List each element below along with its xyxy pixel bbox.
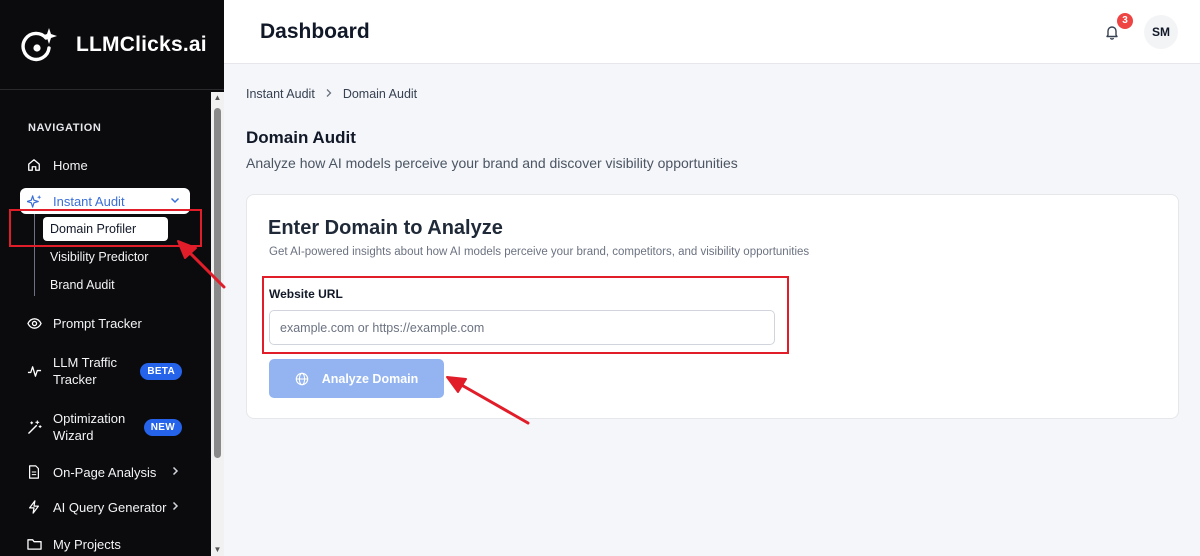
folder-icon [26,536,42,552]
globe-icon [295,372,309,386]
sidebar-item-label: My Projects [53,536,121,552]
notification-count-badge: 3 [1117,13,1133,29]
new-badge: NEW [143,418,182,436]
breadcrumb: Instant Audit Domain Audit [246,87,417,101]
analyze-domain-label: Analyze Domain [321,371,419,386]
card-subtitle: Get AI-powered insights about how AI mod… [269,246,810,258]
eye-icon [26,315,42,331]
page-title: Domain Audit [246,128,356,147]
chevron-right-icon [170,465,180,479]
sidebar-item-my-projects[interactable]: My Projects [20,535,190,553]
sidebar-subitem-brand-audit[interactable]: Brand Audit [50,278,115,292]
scroll-up-icon[interactable]: ▲ [213,94,222,102]
activity-icon [26,363,42,379]
chevron-right-icon [325,88,333,101]
sparkle-icon [26,193,42,209]
scroll-thumb[interactable] [214,108,221,458]
sidebar-item-home[interactable]: Home [20,156,190,174]
analyze-domain-button[interactable]: Analyze Domain [269,359,444,398]
chevron-right-icon [170,500,180,514]
beta-badge: BETA [140,362,182,380]
sidebar-item-ai-query-generator[interactable]: AI Query Generator [20,498,190,516]
card-title: Enter Domain to Analyze [268,217,503,239]
bell-icon[interactable] [1104,24,1120,40]
page-header-title: Dashboard [260,20,370,43]
sidebar-item-label: On-Page Analysis [53,464,157,480]
page-subtitle: Analyze how AI models perceive your bran… [246,155,738,171]
brand-name: LLMClicks.ai [76,32,207,56]
brand-logo-link[interactable]: LLMClicks.ai [0,0,224,90]
top-header: Dashboard 3 SM [224,0,1200,64]
sidebar-scrollbar[interactable]: ▲ ▼ [211,92,224,556]
sidebar-item-instant-audit[interactable]: Instant Audit [20,188,190,214]
magic-wand-icon [26,419,42,435]
sidebar-item-label: Optimization Wizard [53,411,126,443]
sidebar-item-label: Instant Audit [53,193,125,209]
sidebar-item-llm-traffic-tracker[interactable]: LLM Traffic Tracker BETA [20,353,190,389]
submenu-guide-line [34,214,35,296]
sidebar: LLMClicks.ai ▲ ▼ NAVIGATION Home Instant… [0,0,224,556]
scroll-down-icon[interactable]: ▼ [213,546,222,554]
sidebar-subitem-domain-profiler[interactable]: Domain Profiler [43,217,168,241]
sidebar-item-on-page-analysis[interactable]: On-Page Analysis [20,463,190,481]
breadcrumb-current: Domain Audit [342,87,418,101]
website-url-label: Website URL [269,287,343,301]
document-icon [26,464,42,480]
nav-heading: NAVIGATION [28,122,102,134]
user-avatar[interactable]: SM [1144,15,1178,49]
sidebar-item-prompt-tracker[interactable]: Prompt Tracker [20,314,190,332]
lightning-icon [26,499,42,515]
website-url-input[interactable] [269,310,775,345]
sidebar-item-optimization-wizard[interactable]: Optimization Wizard NEW [20,409,190,445]
sidebar-item-label: Home [53,157,88,173]
chevron-down-icon [170,194,180,208]
domain-analysis-card: Enter Domain to Analyze Get AI-powered i… [246,194,1179,419]
sidebar-item-label: LLM Traffic Tracker [53,355,118,387]
breadcrumb-parent-link[interactable]: Instant Audit [246,87,315,101]
sidebar-item-label: Prompt Tracker [53,315,142,331]
sidebar-subitem-visibility-predictor[interactable]: Visibility Predictor [50,250,148,264]
logo-icon [20,26,58,64]
sidebar-item-label: AI Query Generator [53,499,167,515]
home-icon [26,157,42,173]
